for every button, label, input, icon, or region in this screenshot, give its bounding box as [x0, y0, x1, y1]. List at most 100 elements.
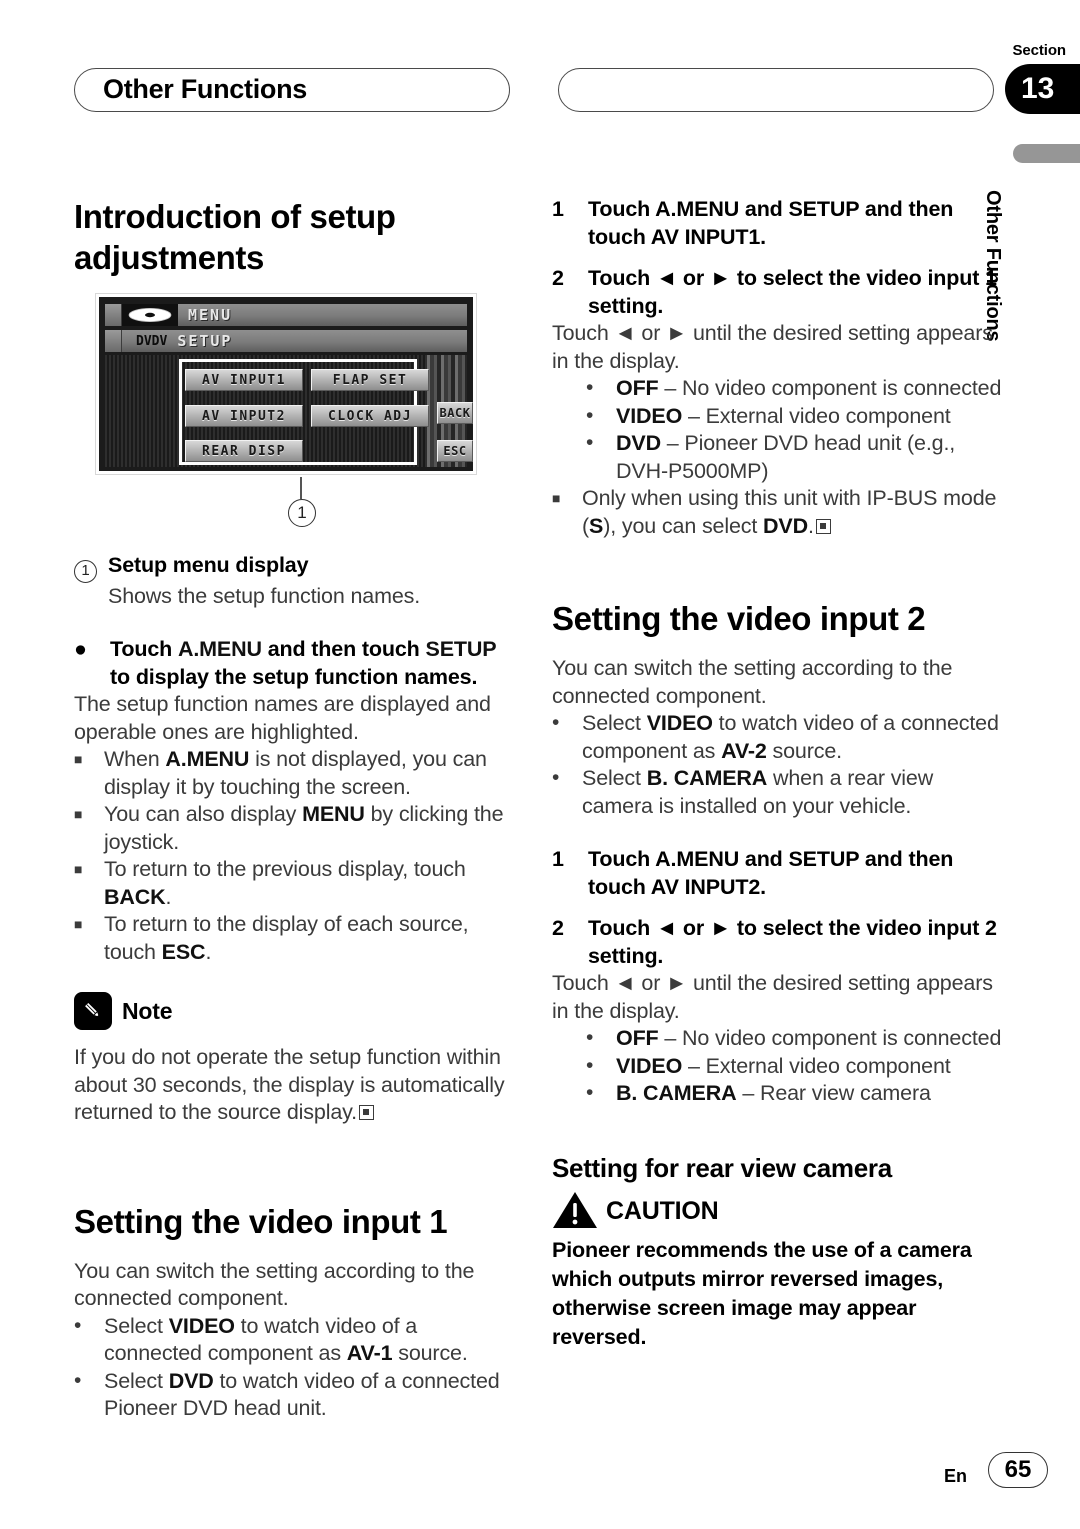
lcd-key-av-input2[interactable]: AV INPUT2 — [185, 405, 303, 427]
square-bullet-icon: ■ — [552, 490, 561, 506]
video-input-1-bullet-1-text: Select VIDEO to watch video of a connect… — [104, 1313, 468, 1366]
dot-bullet-icon: • — [74, 1313, 82, 1337]
input2-option-off-text: OFF – No video component is connected — [616, 1026, 1002, 1050]
step-1-input2-number: 1 — [552, 847, 564, 871]
step-2-input1: 2 Touch ◄ or ► to select the video input… — [552, 265, 1004, 320]
video-input-1-bullet-2-text: Select DVD to watch video of a connected… — [104, 1368, 500, 1421]
page-title: Other Functions — [103, 73, 307, 104]
square-note-3-text: To return to the previous display, touch… — [104, 857, 466, 909]
square-bullet-icon: ■ — [74, 861, 83, 877]
footer-language: En — [944, 1466, 968, 1486]
caution-title: CAUTION — [606, 1196, 719, 1225]
step-2-input2-number: 2 — [552, 916, 564, 940]
lcd-key-rear-disp[interactable]: REAR DISP — [185, 440, 303, 462]
setup-menu-figure: MENU DVDV SETUP AV INPUT1 FLAP SET AV IN… — [95, 293, 486, 527]
disc-icon — [122, 304, 178, 326]
lcd-setup-bar: DVDV SETUP — [105, 330, 467, 352]
dot-bullet-icon: • — [552, 766, 560, 789]
video-input-1-bullet-2: • Select DVD to watch video of a connect… — [74, 1368, 510, 1423]
step-2-input2: 2 Touch ◄ or ► to select the video input… — [552, 915, 1004, 970]
input1-option-off-text: OFF – No video component is connected — [616, 376, 1002, 400]
square-bullet-icon: ■ — [74, 916, 83, 932]
video-input-2-bullet-2-text: Select B. CAMERA when a rear view camera… — [582, 766, 934, 818]
step-2-input2-text: Touch ◄ or ► to select the video input 2… — [588, 916, 997, 968]
note-header: Note — [74, 992, 510, 1030]
section-title-video-input-1: Setting the video input 1 — [74, 1202, 448, 1240]
header-pill-right — [558, 68, 994, 112]
callout-leader-line — [300, 477, 302, 499]
square-note-4-text: To return to the display of each source,… — [104, 912, 469, 964]
input1-option-dvd-text: DVD – Pioneer DVD head unit (e.g., DVH-P… — [616, 431, 956, 483]
lcd-bar-tab-2 — [105, 330, 122, 352]
square-note-3: ■ To return to the previous display, tou… — [74, 856, 510, 911]
video-input-2-bullet-2: • Select B. CAMERA when a rear view came… — [552, 765, 1004, 820]
dot-bullet-icon: • — [586, 1053, 594, 1077]
caution-header: CAUTION — [552, 1190, 1004, 1230]
input2-option-off: • OFF – No video component is connected — [586, 1025, 1004, 1053]
filled-circle-bullet-icon: ● — [74, 637, 87, 661]
callout-description-1: 1 Setup menu display — [74, 552, 510, 583]
input2-option-bcamera: • B. CAMERA – Rear view camera — [586, 1080, 1004, 1108]
square-note-1: ■ When A.MENU is not displayed, you can … — [74, 746, 510, 801]
video-input-2-bullet-1-text: Select VIDEO to watch video of a connect… — [582, 711, 999, 763]
bullet-heading-text: Touch A.MENU and then touch SETUP to dis… — [110, 637, 497, 689]
step-1-input1: 1 Touch A.MENU and SETUP and then touch … — [552, 196, 1004, 251]
dot-bullet-icon: • — [552, 711, 560, 734]
input1-ipbus-note: ■ Only when using this unit with IP-BUS … — [552, 485, 1004, 540]
lcd-key-av-input1[interactable]: AV INPUT1 — [185, 369, 303, 391]
lcd-source-badge: DVDV — [136, 333, 168, 349]
callout-number-1: 1 — [74, 552, 108, 583]
video-input-2-bullet-1: • Select VIDEO to watch video of a conne… — [552, 710, 1004, 765]
dot-bullet-icon: • — [586, 431, 594, 454]
square-note-2: ■ You can also display MENU by clicking … — [74, 801, 510, 856]
lcd-menu-label: MENU — [188, 306, 233, 324]
lcd-menu-bar: MENU — [105, 304, 467, 326]
step-1-input1-text: Touch A.MENU and SETUP and then touch AV… — [588, 197, 954, 249]
footer-page-number: 65 — [988, 1452, 1048, 1488]
note-text: If you do not operate the setup function… — [74, 1045, 505, 1124]
section-title-rear-view-camera: Setting for rear view camera — [552, 1152, 892, 1183]
step-1-input1-number: 1 — [552, 197, 564, 221]
section-word-label: Section — [1012, 42, 1067, 59]
callout-text-1: Shows the setup function names. — [108, 583, 421, 608]
bullet-heading-body: The setup function names are displayed a… — [74, 692, 491, 744]
input2-option-video: • VIDEO – External video component — [586, 1053, 1004, 1081]
lcd-key-esc[interactable]: ESC — [437, 440, 473, 462]
step-2-input1-number: 2 — [552, 266, 564, 290]
caution-text: Pioneer recommends the use of a camera w… — [552, 1237, 972, 1349]
square-note-4: ■ To return to the display of each sourc… — [74, 911, 510, 966]
section-title-intro: Introduction of setup adjustments — [74, 198, 396, 276]
lcd-bar-tab — [105, 304, 122, 326]
dot-bullet-icon: • — [586, 1081, 594, 1104]
lcd-setup-label: SETUP — [177, 332, 233, 350]
square-bullet-icon: ■ — [74, 751, 83, 767]
dot-bullet-icon: • — [586, 376, 594, 399]
video-input-1-bullet-1: • Select VIDEO to watch video of a conne… — [74, 1313, 510, 1368]
pencil-icon — [74, 992, 112, 1030]
lcd-key-flap-set[interactable]: FLAP SET — [311, 369, 429, 391]
video-input-1-intro: You can switch the setting according to … — [74, 1258, 475, 1311]
input2-option-bcamera-text: B. CAMERA – Rear view camera — [616, 1081, 931, 1105]
section-number-badge: 13 — [1005, 64, 1080, 114]
square-bullet-icon: ■ — [74, 806, 83, 822]
chapter-tab-bar — [1013, 144, 1080, 163]
step-2-input1-body: Touch ◄ or ► until the desired setting a… — [552, 321, 993, 373]
video-input-2-intro: You can switch the setting according to … — [552, 656, 953, 708]
step-2-input2-body: Touch ◄ or ► until the desired setting a… — [552, 971, 993, 1023]
lcd-key-back[interactable]: BACK — [437, 402, 473, 424]
dot-bullet-icon: • — [586, 1026, 594, 1049]
lcd-screenshot: MENU DVDV SETUP AV INPUT1 FLAP SET AV IN… — [95, 293, 477, 475]
callout-title-1: Setup menu display — [108, 553, 309, 577]
warning-triangle-icon — [552, 1190, 598, 1230]
lcd-key-clock-adj[interactable]: CLOCK ADJ — [311, 405, 429, 427]
square-note-2-text: You can also display MENU by clicking th… — [104, 802, 504, 854]
input1-ipbus-note-text: Only when using this unit with IP-BUS mo… — [582, 486, 997, 538]
header-pill-left: Other Functions — [74, 68, 510, 112]
dot-bullet-icon: • — [74, 1368, 82, 1392]
end-of-section-icon — [358, 1105, 374, 1120]
bullet-heading-setup: ● Touch A.MENU and then touch SETUP to d… — [74, 636, 510, 691]
square-note-1-text: When A.MENU is not displayed, you can di… — [104, 747, 487, 799]
dot-bullet-icon: • — [586, 403, 594, 427]
step-1-input2-text: Touch A.MENU and SETUP and then touch AV… — [588, 847, 954, 899]
right-column: 1 Touch A.MENU and SETUP and then touch … — [552, 196, 1004, 1352]
